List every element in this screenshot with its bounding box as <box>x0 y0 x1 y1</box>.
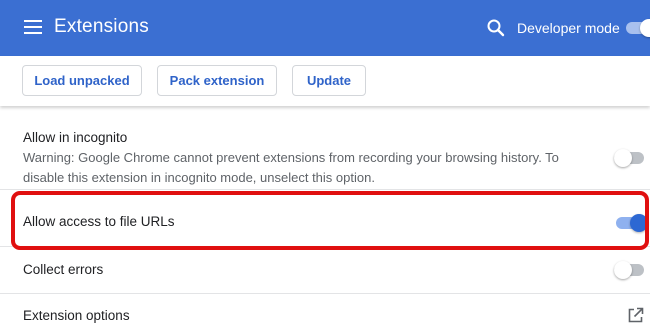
incognito-toggle[interactable] <box>614 149 644 167</box>
incognito-label: Allow in incognito <box>23 130 128 145</box>
highlight-box <box>11 191 649 250</box>
open-in-new-icon[interactable] <box>627 307 644 324</box>
developer-mode-label: Developer mode <box>517 20 620 36</box>
load-unpacked-button[interactable]: Load unpacked <box>22 65 142 96</box>
developer-mode-toggle[interactable] <box>626 19 650 37</box>
extension-options-label: Extension options <box>23 308 130 323</box>
header-bar: Extensions Developer mode <box>0 0 650 56</box>
hamburger-menu-icon[interactable] <box>24 20 42 34</box>
collect-errors-label: Collect errors <box>23 262 104 277</box>
collect-errors-toggle[interactable] <box>614 261 644 279</box>
extension-options-row[interactable]: Extension options <box>0 294 650 328</box>
pack-extension-button[interactable]: Pack extension <box>157 65 277 96</box>
collect-errors-row: Collect errors <box>0 247 650 293</box>
incognito-description: Warning: Google Chrome cannot prevent ex… <box>23 150 559 185</box>
extensions-page: Extensions Developer mode Load unpacked … <box>0 0 650 328</box>
search-icon[interactable] <box>486 18 506 38</box>
page-title: Extensions <box>54 16 149 37</box>
update-button[interactable]: Update <box>292 65 366 96</box>
developer-toolbar: Load unpacked Pack extension Update <box>0 56 650 106</box>
incognito-row: Allow in incognito Warning: Google Chrom… <box>0 106 650 188</box>
